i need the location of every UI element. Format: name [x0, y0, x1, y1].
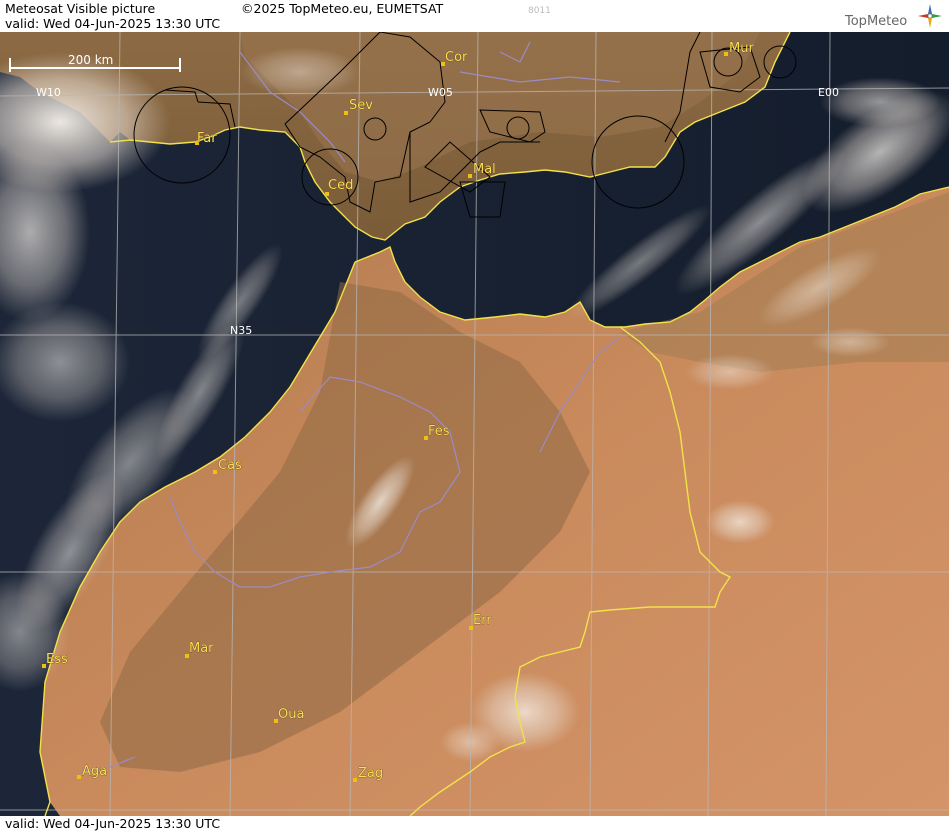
city-label-fes: Fes: [428, 424, 450, 439]
city-marker-aga: [77, 775, 81, 779]
grid-label-w05: W05: [428, 86, 453, 99]
city-label-oua: Oua: [278, 707, 304, 722]
grid-label-w10: W10: [36, 86, 61, 99]
city-marker-mal: [468, 174, 472, 178]
compass-icon: [918, 4, 942, 28]
city-label-ess: Ess: [46, 652, 68, 667]
city-label-cas: Cas: [218, 458, 242, 473]
header-bar: Meteosat Visible picture valid: Wed 04-J…: [0, 0, 949, 33]
satellite-image: 200 km W10 W05 E00 N35 Far Sev Cor Mur C…: [0, 32, 949, 816]
grid-label-e00: E00: [818, 86, 839, 99]
city-marker-mur: [724, 52, 728, 56]
city-label-aga: Aga: [82, 764, 107, 779]
city-label-zag: Zag: [358, 766, 383, 781]
image-code: 8011: [528, 6, 551, 16]
valid-time: valid: Wed 04-Jun-2025 13:30 UTC: [5, 16, 221, 31]
topmeteo-logo[interactable]: TopMeteo: [845, 2, 945, 30]
city-marker-sev: [344, 111, 348, 115]
product-title: Meteosat Visible picture: [5, 1, 156, 16]
logo-text: TopMeteo: [845, 14, 908, 29]
scale-bar-label: 200 km: [68, 53, 113, 67]
city-label-far: Far: [197, 131, 217, 146]
city-label-mar: Mar: [189, 641, 214, 656]
city-label-err: Err: [473, 613, 492, 628]
satellite-map[interactable]: 200 km W10 W05 E00 N35 Far Sev Cor Mur C…: [0, 32, 949, 816]
grid-label-n35: N35: [230, 324, 252, 337]
footer-bar: valid: Wed 04-Jun-2025 13:30 UTC: [0, 816, 949, 832]
footer-valid-time: valid: Wed 04-Jun-2025 13:30 UTC: [5, 816, 221, 831]
meteosat-viewer: Meteosat Visible picture valid: Wed 04-J…: [0, 0, 949, 832]
city-label-cor: Cor: [445, 50, 468, 65]
city-label-mur: Mur: [729, 41, 754, 56]
city-marker-cas: [213, 470, 217, 474]
copyright-notice: ©2025 TopMeteo.eu, EUMETSAT: [241, 1, 444, 16]
city-label-sev: Sev: [349, 98, 373, 113]
city-marker-zag: [353, 778, 357, 782]
city-label-ced: Ced: [328, 178, 353, 193]
city-label-mal: Mal: [473, 162, 496, 177]
